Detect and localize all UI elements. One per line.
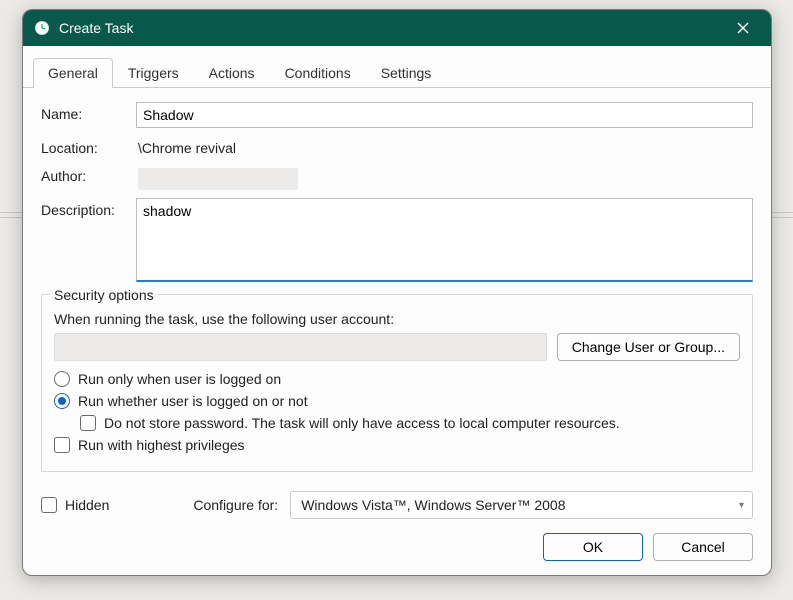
name-input[interactable] bbox=[136, 102, 753, 128]
clock-icon bbox=[33, 19, 51, 37]
cancel-button[interactable]: Cancel bbox=[653, 533, 753, 561]
titlebar: Create Task bbox=[23, 10, 771, 46]
ok-button[interactable]: OK bbox=[543, 533, 643, 561]
checkbox-label: Run with highest privileges bbox=[78, 437, 245, 453]
checkbox-label: Do not store password. The task will onl… bbox=[104, 415, 620, 431]
checkbox-highest-privileges[interactable]: Run with highest privileges bbox=[54, 437, 740, 453]
checkbox-no-store-password[interactable]: Do not store password. The task will onl… bbox=[80, 415, 740, 431]
label-author: Author: bbox=[41, 164, 136, 184]
checkbox-icon bbox=[54, 437, 70, 453]
security-legend: Security options bbox=[50, 287, 158, 303]
user-account-display bbox=[54, 333, 547, 361]
tab-general-body: Name: Location: \Chrome revival Author: … bbox=[23, 88, 771, 483]
description-input[interactable] bbox=[136, 198, 753, 282]
author-value bbox=[136, 164, 753, 190]
label-location: Location: bbox=[41, 136, 136, 156]
tab-general[interactable]: General bbox=[33, 58, 113, 88]
checkbox-icon bbox=[41, 497, 57, 513]
tab-triggers[interactable]: Triggers bbox=[113, 58, 194, 88]
tab-conditions[interactable]: Conditions bbox=[270, 58, 366, 88]
checkbox-icon bbox=[80, 415, 96, 431]
tab-settings[interactable]: Settings bbox=[366, 58, 447, 88]
label-name: Name: bbox=[41, 102, 136, 122]
chevron-down-icon: ▾ bbox=[739, 500, 744, 511]
radio-icon bbox=[54, 393, 70, 409]
checkbox-hidden[interactable]: Hidden bbox=[41, 497, 109, 513]
checkbox-label: Hidden bbox=[65, 497, 109, 513]
dialog-button-bar: OK Cancel bbox=[23, 523, 771, 575]
configure-for-select[interactable]: Windows Vista™, Windows Server™ 2008 ▾ bbox=[290, 491, 753, 519]
create-task-dialog: Create Task General Triggers Actions Con… bbox=[22, 9, 772, 576]
security-options-group: Security options When running the task, … bbox=[41, 294, 753, 472]
radio-icon bbox=[54, 371, 70, 387]
author-redacted bbox=[138, 168, 298, 190]
security-prompt: When running the task, use the following… bbox=[54, 311, 740, 327]
location-value: \Chrome revival bbox=[136, 136, 753, 156]
radio-label: Run whether user is logged on or not bbox=[78, 393, 308, 409]
bottom-row: Hidden Configure for: Windows Vista™, Wi… bbox=[23, 483, 771, 523]
configure-for-value: Windows Vista™, Windows Server™ 2008 bbox=[301, 497, 565, 513]
tabstrip: General Triggers Actions Conditions Sett… bbox=[23, 46, 771, 88]
tab-actions[interactable]: Actions bbox=[194, 58, 270, 88]
label-description: Description: bbox=[41, 198, 136, 282]
window-title: Create Task bbox=[59, 20, 723, 36]
radio-label: Run only when user is logged on bbox=[78, 371, 281, 387]
close-icon[interactable] bbox=[723, 10, 763, 46]
label-configure-for: Configure for: bbox=[193, 497, 278, 513]
radio-run-whether[interactable]: Run whether user is logged on or not bbox=[54, 393, 740, 409]
radio-run-logged-on[interactable]: Run only when user is logged on bbox=[54, 371, 740, 387]
change-user-button[interactable]: Change User or Group... bbox=[557, 333, 740, 361]
